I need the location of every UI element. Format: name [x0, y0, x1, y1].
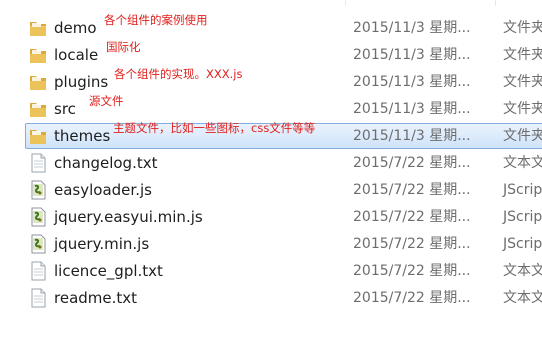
file-date: 2015/11/3 星期...	[353, 101, 471, 117]
text-file-icon	[29, 261, 47, 281]
file-type: 文本文	[503, 263, 542, 279]
file-row-changelog[interactable]: changelog.txt 2015/7/22 星期... 文本文	[0, 150, 542, 176]
annotation-text: 主题文件，比如一些图标，css文件等等	[113, 121, 316, 135]
annotation-text: 各个组件的实现。XXX.js	[114, 67, 243, 81]
file-type: 文件夹	[503, 47, 542, 63]
folder-icon	[29, 45, 47, 65]
folder-icon	[29, 72, 47, 92]
file-date: 2015/7/22 星期...	[353, 209, 471, 225]
file-date: 2015/7/22 星期...	[353, 263, 471, 279]
file-explorer: demo 各个组件的案例使用 2015/11/3 星期... 文件夹 local…	[0, 0, 542, 358]
file-date: 2015/7/22 星期...	[353, 290, 471, 306]
file-row-src[interactable]: src 源文件 2015/11/3 星期... 文件夹	[0, 94, 542, 122]
file-row-jquery-easyui[interactable]: jquery.easyui.min.js 2015/7/22 星期... JSc…	[0, 204, 542, 230]
file-name: locale	[54, 46, 99, 64]
file-type: 文本文	[503, 155, 542, 171]
file-name: jquery.easyui.min.js	[54, 208, 203, 226]
script-file-icon	[29, 234, 47, 254]
annotation-text: 国际化	[106, 40, 141, 54]
annotation-text: 源文件	[89, 94, 124, 108]
script-file-icon	[29, 180, 47, 200]
file-row-jquery-min[interactable]: jquery.min.js 2015/7/22 星期... JScrip	[0, 231, 542, 257]
file-row-locale[interactable]: locale 国际化 2015/11/3 星期... 文件夹	[0, 40, 542, 68]
file-date: 2015/7/22 星期...	[353, 182, 471, 198]
annotation-text: 各个组件的案例使用	[104, 13, 208, 27]
column-divider	[345, 0, 346, 6]
file-row-licence-gpl[interactable]: licence_gpl.txt 2015/7/22 星期... 文本文	[0, 258, 542, 284]
file-type: 文件夹	[503, 128, 542, 144]
folder-icon	[29, 99, 47, 119]
file-date: 2015/7/22 星期...	[353, 155, 471, 171]
text-file-icon	[29, 288, 47, 308]
script-file-icon	[29, 207, 47, 227]
file-name: plugins	[54, 73, 109, 91]
file-date: 2015/11/3 星期...	[353, 128, 471, 144]
column-divider	[495, 0, 496, 6]
file-list: demo 各个组件的案例使用 2015/11/3 星期... 文件夹 local…	[0, 13, 542, 312]
file-date: 2015/7/22 星期...	[353, 236, 471, 252]
file-name: readme.txt	[54, 289, 138, 307]
file-row-demo[interactable]: demo 各个组件的案例使用 2015/11/3 星期... 文件夹	[0, 13, 542, 41]
folder-icon	[29, 18, 47, 38]
file-row-themes[interactable]: themes 主题文件，比如一些图标，css文件等等 2015/11/3 星期.…	[0, 121, 542, 149]
file-type: 文本文	[503, 290, 542, 306]
file-name: licence_gpl.txt	[54, 262, 163, 280]
file-type: 文件夹	[503, 20, 542, 36]
previous-row-edge	[0, 0, 542, 8]
file-name: demo	[54, 19, 97, 37]
text-file-icon	[29, 153, 47, 173]
file-name: changelog.txt	[54, 154, 158, 172]
file-name: themes	[54, 127, 111, 145]
file-row-plugins[interactable]: plugins 各个组件的实现。XXX.js 2015/11/3 星期... 文…	[0, 67, 542, 95]
folder-icon	[29, 126, 47, 146]
file-name: src	[54, 100, 76, 118]
file-name: easyloader.js	[54, 181, 152, 199]
file-type: JScrip	[503, 209, 542, 225]
file-date: 2015/11/3 星期...	[353, 47, 471, 63]
file-date: 2015/11/3 星期...	[353, 20, 471, 36]
file-type: 文件夹	[503, 74, 542, 90]
file-row-readme[interactable]: readme.txt 2015/7/22 星期... 文本文	[0, 285, 542, 311]
file-date: 2015/11/3 星期...	[353, 74, 471, 90]
file-name: jquery.min.js	[54, 235, 150, 253]
file-type: 文件夹	[503, 101, 542, 117]
file-type: JScrip	[503, 236, 542, 252]
file-type: JScrip	[503, 182, 542, 198]
file-row-easyloader[interactable]: easyloader.js 2015/7/22 星期... JScrip	[0, 177, 542, 203]
